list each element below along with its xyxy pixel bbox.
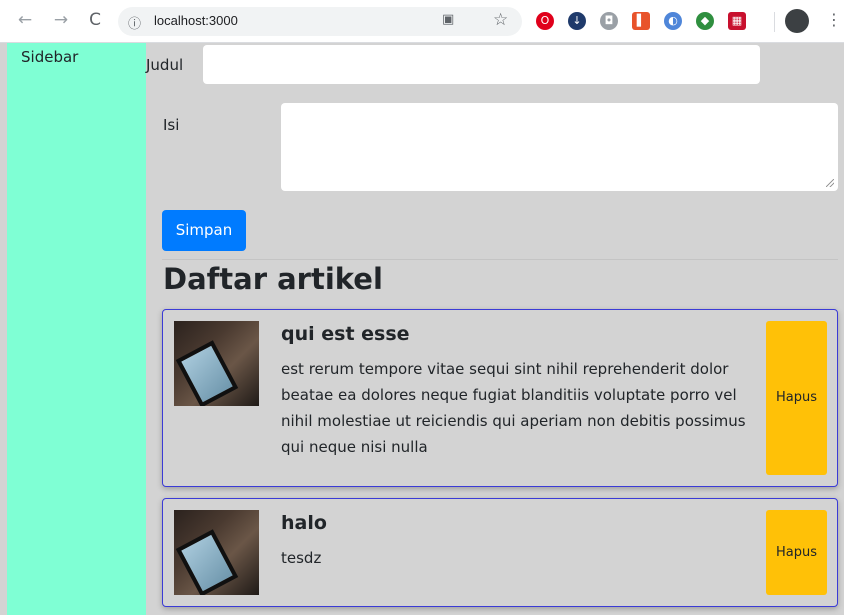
article-card: qui est esse est rerum tempore vitae seq… <box>162 309 838 487</box>
article-title: halo <box>281 512 327 534</box>
judul-input[interactable] <box>203 45 760 84</box>
browser-toolbar: ← → C ⓘ localhost:3000 ▣ ☆ O ↓ ◘ ▌ ◐ ◆ ▦… <box>0 0 844 43</box>
divider <box>162 259 838 260</box>
star-icon[interactable]: ☆ <box>493 10 508 30</box>
reload-icon[interactable]: C <box>84 9 106 31</box>
gem-extension-icon[interactable]: ◆ <box>696 12 714 30</box>
kebab-menu-icon[interactable]: ⋮ <box>826 10 842 29</box>
office-extension-icon[interactable]: ▌ <box>632 12 650 30</box>
sidebar-label: Sidebar <box>21 48 79 66</box>
toolbar-separator <box>774 12 775 32</box>
back-icon[interactable]: ← <box>14 9 36 31</box>
isi-textarea[interactable] <box>281 103 838 191</box>
address-bar[interactable]: ⓘ localhost:3000 ▣ ☆ <box>118 7 522 36</box>
article-title: qui est esse <box>281 323 410 345</box>
judul-label: Judul <box>146 56 184 74</box>
isi-label: Isi <box>163 116 180 134</box>
article-thumbnail <box>174 321 259 406</box>
article-body: est rerum tempore vitae sequi sint nihil… <box>281 360 746 456</box>
download-extension-icon[interactable]: ↓ <box>568 12 586 30</box>
translate-icon[interactable]: ▣ <box>442 12 454 27</box>
resize-handle-icon[interactable] <box>826 179 834 187</box>
simpan-button[interactable]: Simpan <box>162 210 246 251</box>
article-card: halo tesdz Hapus <box>162 498 838 607</box>
info-icon[interactable]: ⓘ <box>128 13 141 32</box>
opera-extension-icon[interactable]: O <box>536 12 554 30</box>
camera-extension-icon[interactable]: ◘ <box>600 12 618 30</box>
vpn-extension-icon[interactable]: ◐ <box>664 12 682 30</box>
profile-avatar-icon[interactable] <box>785 9 809 33</box>
hapus-button[interactable]: Hapus <box>766 321 827 475</box>
red-extension-icon[interactable]: ▦ <box>728 12 746 30</box>
list-heading: Daftar artikel <box>163 262 383 296</box>
url-text[interactable]: localhost:3000 <box>154 13 238 28</box>
forward-icon[interactable]: → <box>50 9 72 31</box>
article-body: tesdz <box>281 549 322 567</box>
sidebar: Sidebar <box>7 43 146 615</box>
article-thumbnail <box>174 510 259 595</box>
hapus-button[interactable]: Hapus <box>766 510 827 595</box>
